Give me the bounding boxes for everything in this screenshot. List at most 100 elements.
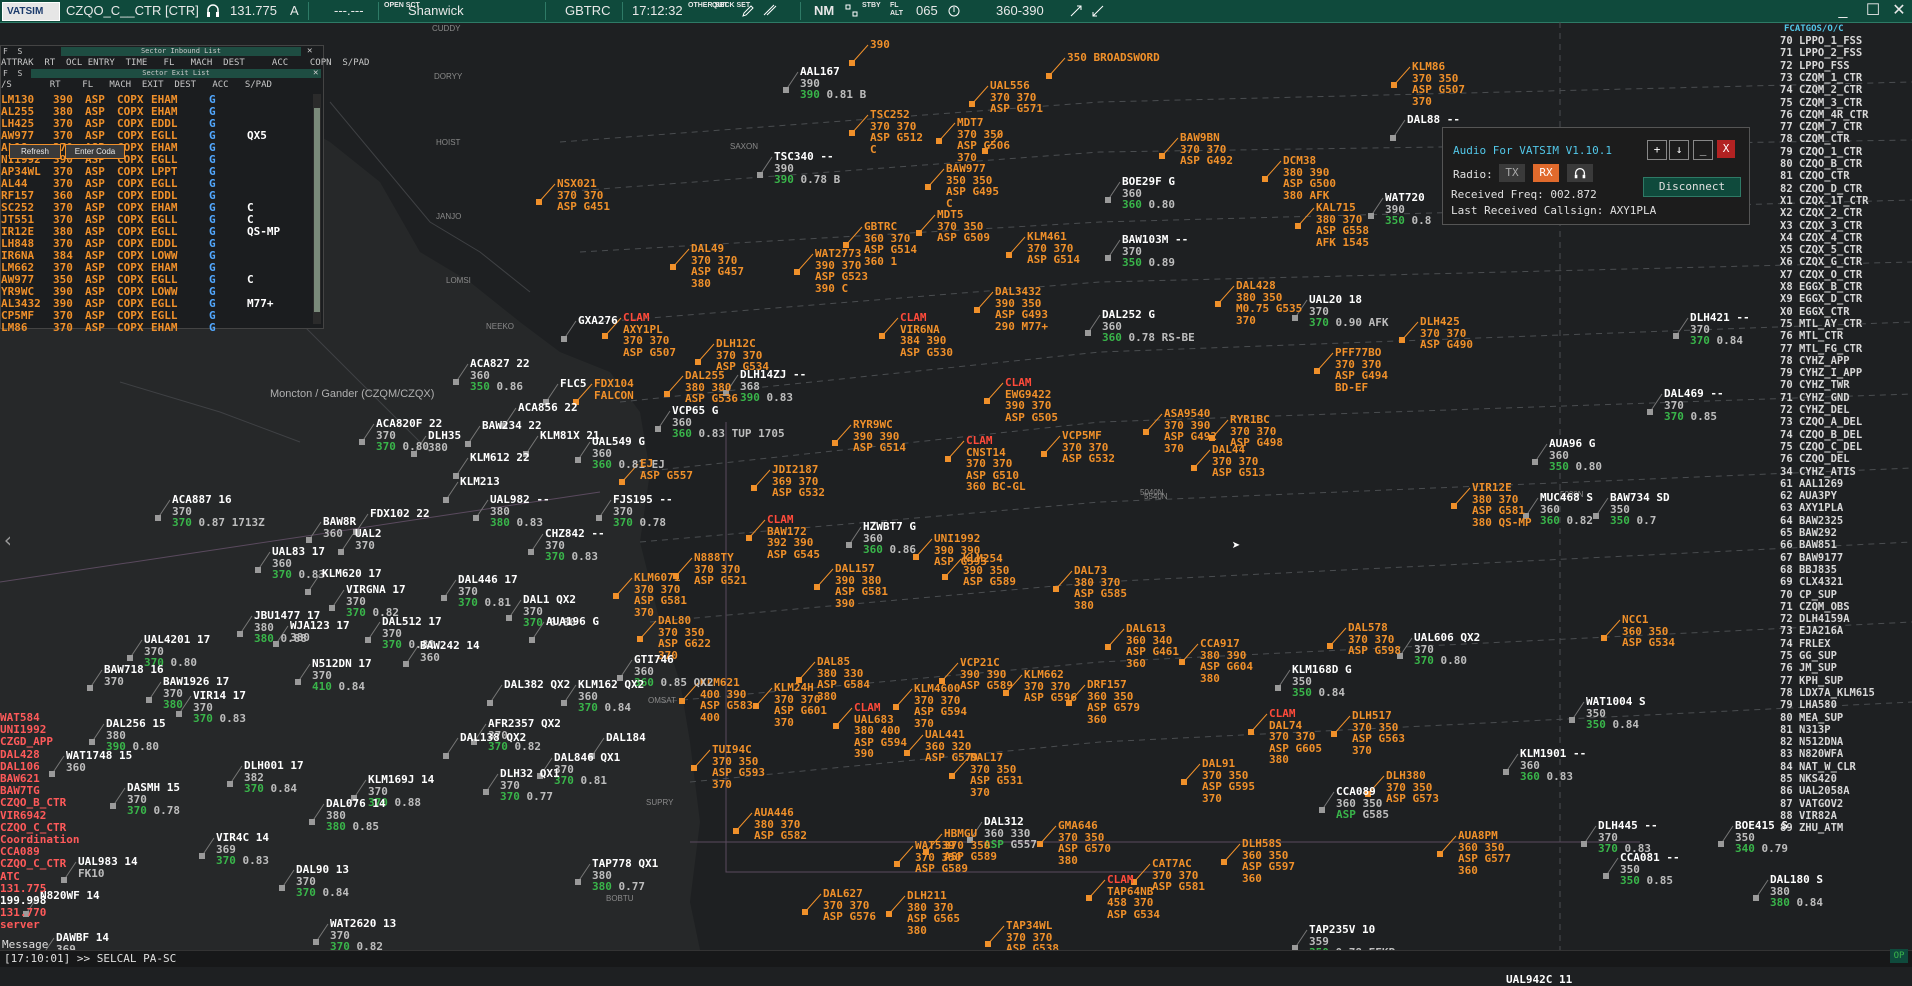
- aircraft-blip[interactable]: [1673, 333, 1679, 339]
- audio-for-vatsim-window[interactable]: Audio For VATSIM V1.10.1 + ↓ _ X Radio: …: [1442, 127, 1750, 225]
- aircraft-tag[interactable]: CLAM DAL74 370 370 ASP G605 380: [1269, 708, 1322, 766]
- aircraft-tag[interactable]: UAL982 -- 380 380 0.83: [490, 494, 550, 529]
- aircraft-tag[interactable]: KLM254 390 350 ASP G589: [963, 553, 1016, 588]
- aircraft-tag[interactable]: VIR4C 14 369 370 0.83: [216, 832, 269, 867]
- aircraft-blip[interactable]: [1437, 851, 1443, 857]
- list-item[interactable]: X5 CZQX_5_CTR: [1780, 244, 1862, 256]
- aircraft-tag[interactable]: DAL90 13 370 370 0.84: [296, 864, 349, 899]
- list-item[interactable]: 73 EJA216A: [1780, 625, 1843, 637]
- aircraft-blip[interactable]: [443, 497, 449, 503]
- aircraft-blip[interactable]: [146, 697, 152, 703]
- aircraft-blip[interactable]: [1532, 459, 1538, 465]
- op-button[interactable]: OP: [1890, 949, 1908, 963]
- aircraft-tag[interactable]: WAT539 370 350 ASP G589: [915, 840, 968, 875]
- aircraft-tag[interactable]: KLM461 370 370 ASP G514: [1027, 231, 1080, 266]
- aircraft-blip[interactable]: [1718, 841, 1724, 847]
- aircraft-tag[interactable]: KLM4600 370 370 ASP G594 370: [914, 683, 967, 729]
- rx-button[interactable]: RX: [1533, 164, 1559, 182]
- aircraft-tag[interactable]: DAL428 380 350 M0.75 G535 370: [1236, 280, 1302, 326]
- aircraft-blip[interactable]: [306, 537, 312, 543]
- disconnect-button[interactable]: Disconnect: [1643, 177, 1741, 197]
- aircraft-blip[interactable]: [1105, 644, 1111, 650]
- aircraft-tag[interactable]: UAL606 QX2 370 370 0.80: [1414, 632, 1480, 667]
- aircraft-tag[interactable]: VCP5MF 370 370 ASP G532: [1062, 430, 1115, 465]
- aircraft-tag[interactable]: UAL983 14 FK10: [78, 856, 138, 879]
- list-item[interactable]: X9 EGGX_D_CTR: [1780, 293, 1862, 305]
- filter-row[interactable]: F S: [3, 69, 22, 78]
- stby-button[interactable]: STBY: [862, 2, 881, 24]
- aircraft-tag[interactable]: ASA9540 370 390 ASP G492 370: [1164, 408, 1217, 454]
- list-item[interactable]: 61 AAL1269: [1780, 478, 1843, 490]
- list-item[interactable]: 86 UAL2058A: [1780, 785, 1850, 797]
- aircraft-blip[interactable]: [155, 515, 161, 521]
- aircraft-tag[interactable]: DLH380 370 350 ASP G573: [1386, 770, 1439, 805]
- aircraft-blip[interactable]: [596, 515, 602, 521]
- list-item[interactable]: 76 MTL_CTR: [1780, 330, 1843, 342]
- aircraft-blip[interactable]: [733, 828, 739, 834]
- aircraft-blip[interactable]: [1327, 643, 1333, 649]
- list-item[interactable]: CZQO_C_CTR: [0, 821, 66, 834]
- aircraft-tag[interactable]: WAT2620 13 370 370 0.82: [330, 918, 396, 953]
- list-item[interactable]: 83 N820WFA: [1780, 748, 1843, 760]
- aircraft-blip[interactable]: [295, 679, 301, 685]
- aircraft-tag[interactable]: DAL49 370 370 ASP G457 380: [691, 243, 744, 289]
- aircraft-tag[interactable]: ACA856 22: [518, 402, 578, 414]
- tx-button[interactable]: TX: [1499, 164, 1525, 182]
- aircraft-blip[interactable]: [814, 584, 820, 590]
- aircraft-blip[interactable]: [1331, 731, 1337, 737]
- aircraft-tag[interactable]: TUI94C 370 350 ASP G593 370: [712, 744, 765, 790]
- aircraft-tag[interactable]: KLM81X 21: [540, 430, 600, 442]
- list-item[interactable]: 72 DLH4159A: [1780, 613, 1850, 625]
- aircraft-tag[interactable]: WJA123 17 380: [290, 620, 350, 643]
- list-item[interactable]: 80 CZQO_B_CTR: [1780, 158, 1862, 170]
- aircraft-tag[interactable]: VIR12E 380 370 ASP G581 380 QS-MP: [1472, 482, 1532, 528]
- aircraft-blip[interactable]: [1753, 895, 1759, 901]
- aircraft-tag[interactable]: BAW718 16 370: [104, 664, 164, 687]
- aircraft-blip[interactable]: [561, 336, 567, 342]
- aircraft-blip[interactable]: [1314, 368, 1320, 374]
- command-line-text[interactable]: [17:10:01] >> SELCAL PA-SC: [4, 952, 176, 965]
- aircraft-blip[interactable]: [1603, 873, 1609, 879]
- aircraft-tag[interactable]: DAL138 QX2: [460, 732, 526, 744]
- aircraft-tag[interactable]: DAL157 390 380 ASP G581 390: [835, 563, 888, 609]
- aircraft-blip[interactable]: [1601, 635, 1607, 641]
- aircraft-blip[interactable]: [1581, 841, 1587, 847]
- aircraft-tag[interactable]: EJ ASP G557: [640, 458, 693, 481]
- aircraft-tag[interactable]: DAL184: [606, 732, 646, 744]
- list-item[interactable]: 85 NKS420: [1780, 773, 1837, 785]
- aircraft-tag[interactable]: DAL73 380 370 ASP G585 380: [1074, 565, 1127, 611]
- aircraft-tag[interactable]: CLAM VIR6NA 384 390 ASP G530: [900, 312, 953, 358]
- aircraft-blip[interactable]: [757, 172, 763, 178]
- airport-selector[interactable]: GBTRC: [565, 0, 611, 22]
- aircraft-tag[interactable]: CLAM BAW172 392 390 ASP G545: [767, 514, 820, 560]
- aircraft-tag[interactable]: TAP778 QX1 380 380 0.77: [592, 858, 658, 893]
- aircraft-tag[interactable]: DAL255 380 380 ASP G536: [685, 370, 738, 405]
- aircraft-blip[interactable]: [49, 771, 55, 777]
- transition-level[interactable]: 065: [916, 0, 938, 22]
- list-item[interactable]: 71 LPPO_2_FSS: [1780, 47, 1862, 59]
- aircraft-tag[interactable]: CHZ842 -- 370 370 0.83: [545, 528, 605, 563]
- altitude-filter[interactable]: 360-390: [996, 0, 1044, 22]
- scrollbar[interactable]: [313, 94, 321, 324]
- aircraft-tag[interactable]: 350 BROADSWORD: [1067, 52, 1160, 64]
- aircraft-tag[interactable]: DAL382 QX2: [504, 679, 570, 691]
- close-button[interactable]: X: [1717, 140, 1735, 158]
- list-item[interactable]: X4 CZQX_4_CTR: [1780, 232, 1862, 244]
- aircraft-blip[interactable]: [753, 703, 759, 709]
- aircraft-tag[interactable]: AUA8PM 360 350 ASP G577 360: [1458, 830, 1511, 876]
- list-item[interactable]: 68 BBJ835: [1780, 564, 1837, 576]
- aircraft-tag[interactable]: VCP65 G 360 360 0.83 TUP 1705: [672, 405, 785, 440]
- aircraft-blip[interactable]: [879, 333, 885, 339]
- aircraft-tag[interactable]: KLM86 370 350 ASP G507 370: [1412, 61, 1465, 107]
- aircraft-blip[interactable]: [227, 781, 233, 787]
- aircraft-blip[interactable]: [974, 307, 980, 313]
- list-item[interactable]: X0 EGGX_CTR: [1780, 306, 1850, 318]
- aircraft-tag[interactable]: NCC1 360 350 ASP G534: [1622, 614, 1675, 649]
- aircraft-tag[interactable]: MUC468 S 360 360 0.82: [1540, 492, 1593, 527]
- list-item[interactable]: 73 CZQO_A_DEL: [1780, 416, 1862, 428]
- list-item[interactable]: 62 AUA3PY: [1780, 490, 1837, 502]
- aircraft-tag[interactable]: DAL91 370 350 ASP G595 370: [1202, 758, 1255, 804]
- aircraft-blip[interactable]: [833, 723, 839, 729]
- aircraft-tag[interactable]: DAL076 14 380 380 0.85: [326, 798, 386, 833]
- aircraft-blip[interactable]: [1319, 807, 1325, 813]
